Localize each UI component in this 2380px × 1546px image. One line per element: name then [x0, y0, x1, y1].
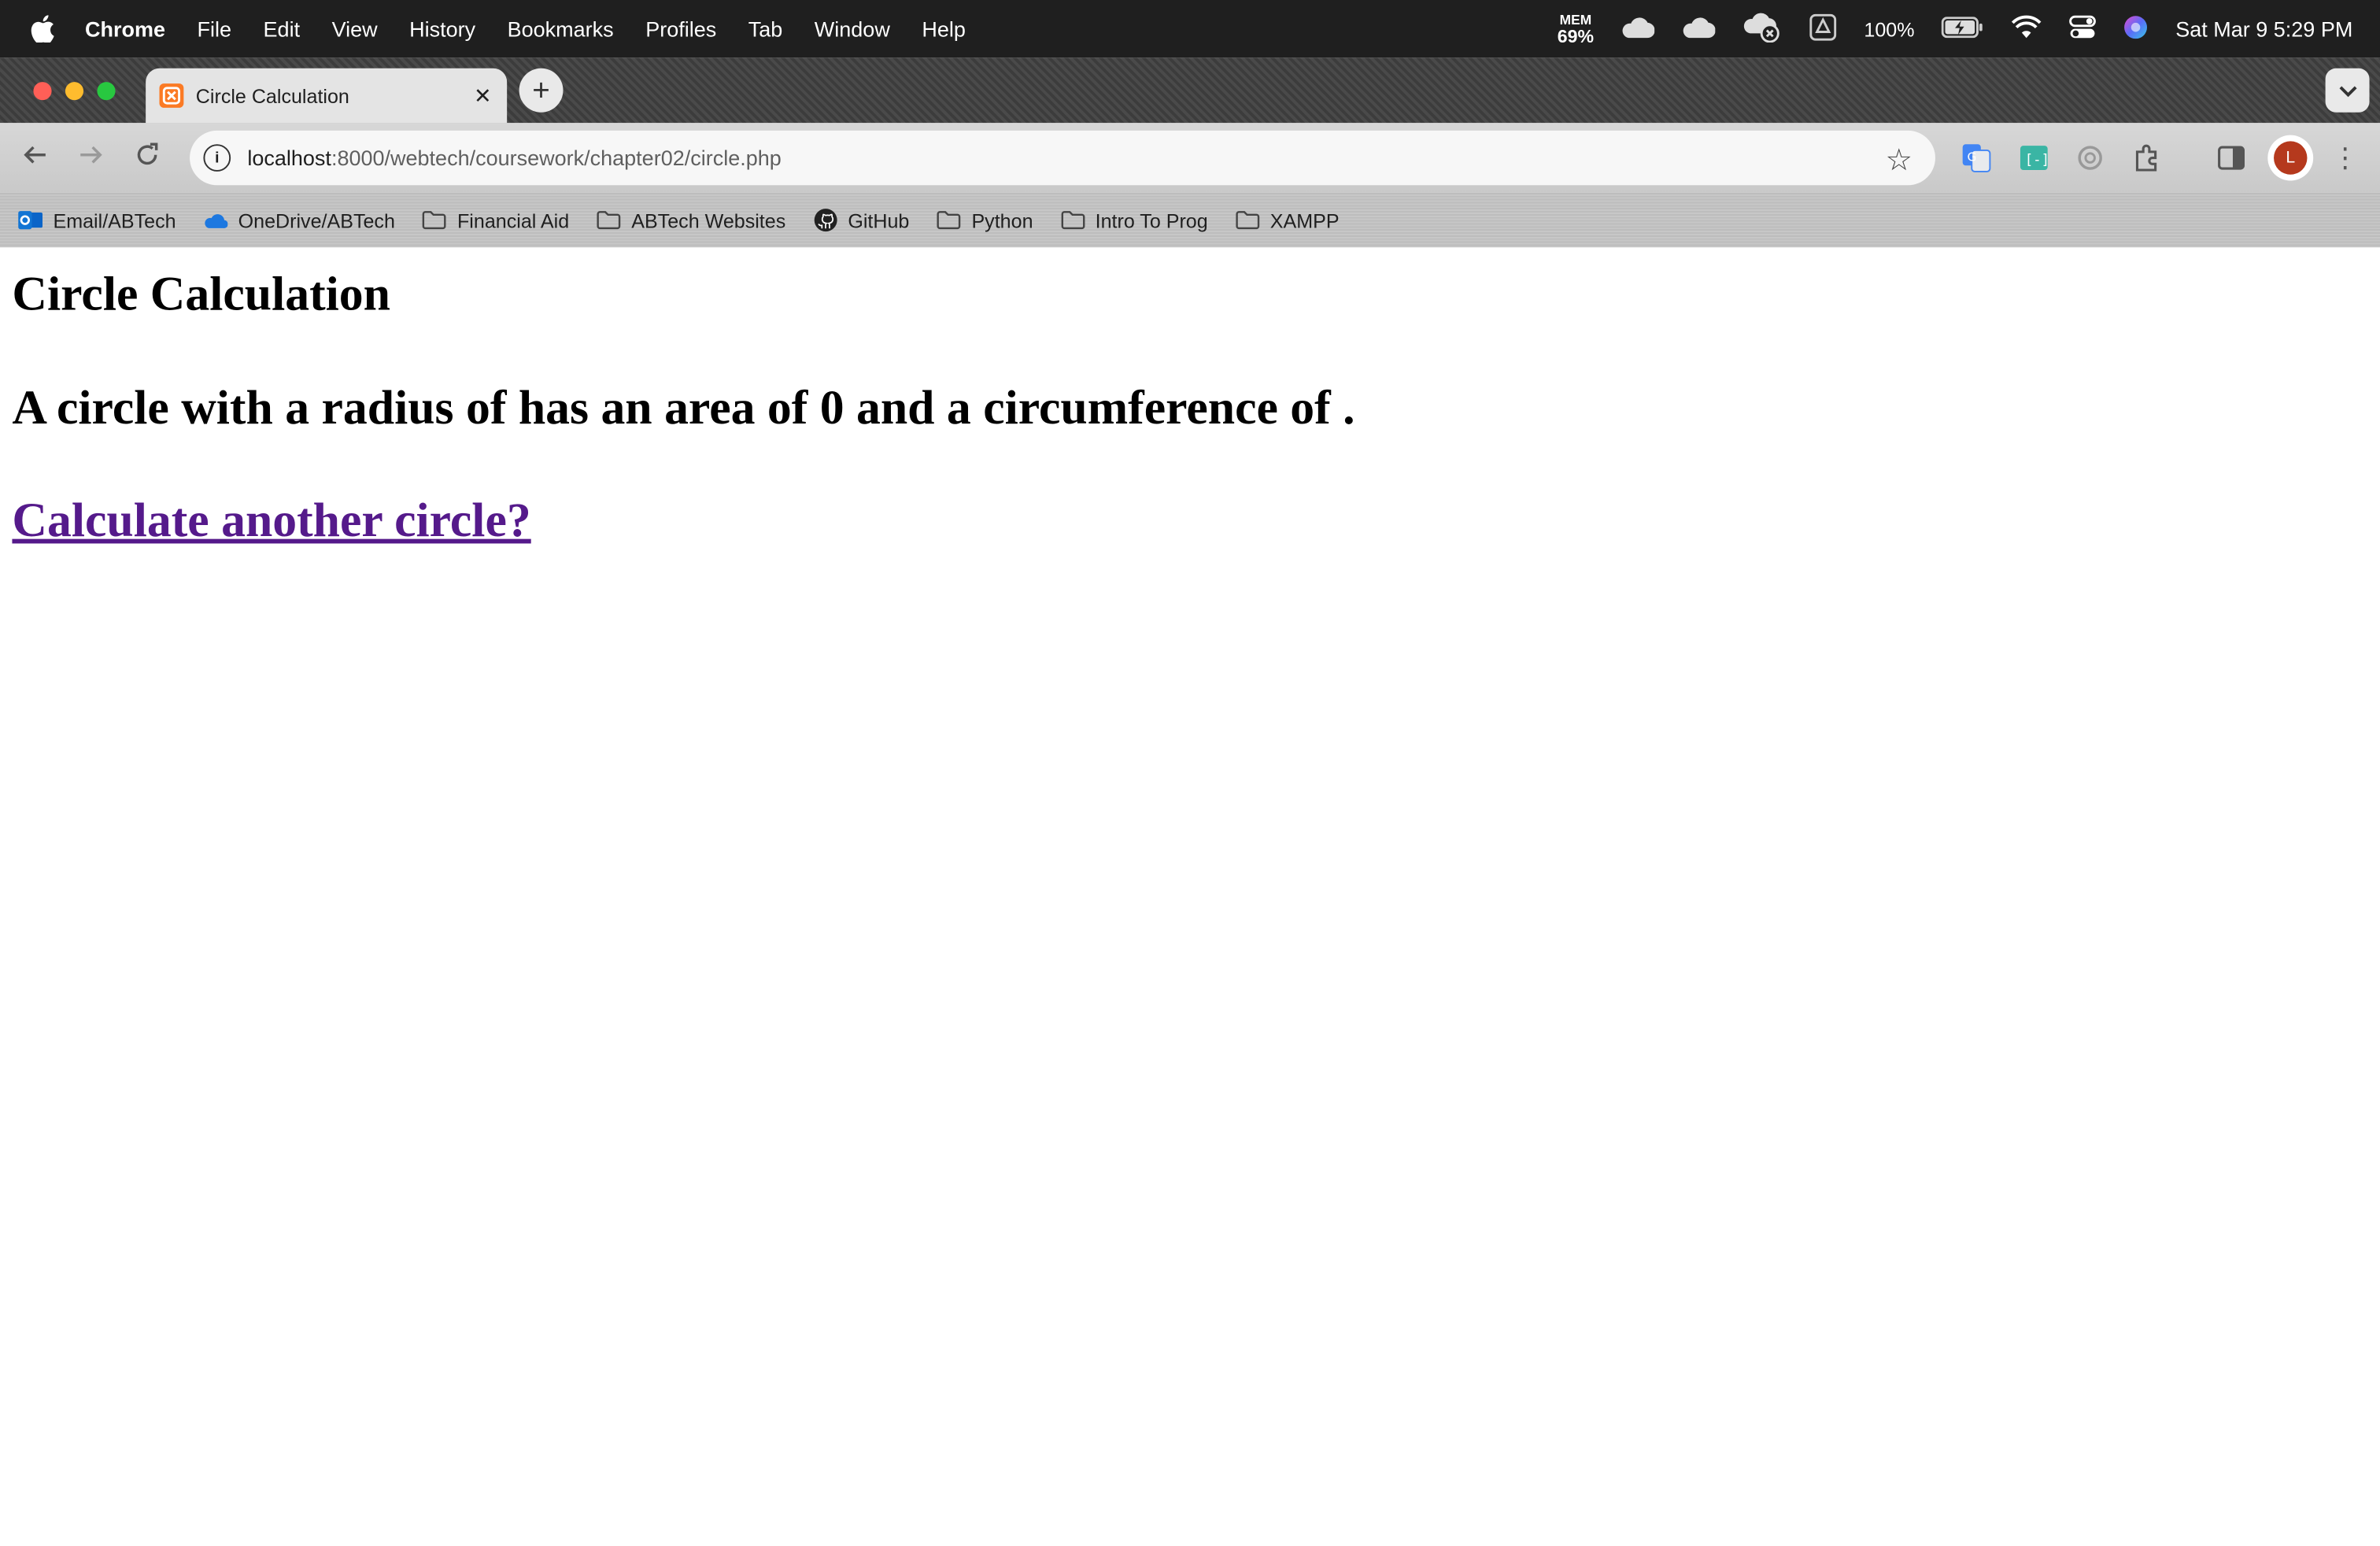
side-panel-icon[interactable]: [2213, 139, 2249, 176]
battery-percent: 100%: [1864, 17, 1915, 41]
screen: Chrome File Edit View History Bookmarks …: [0, 0, 2380, 1546]
folder-icon: [937, 208, 961, 232]
new-tab-button[interactable]: +: [519, 68, 564, 113]
menu-view[interactable]: View: [332, 17, 378, 41]
back-button[interactable]: [13, 137, 56, 179]
page-title: Circle Calculation: [12, 265, 390, 320]
memory-label: MEM: [1559, 11, 1592, 27]
bookmark-label: Financial Aid: [456, 209, 570, 232]
bookmark-label: Python: [971, 209, 1033, 232]
folder-icon: [1235, 208, 1259, 232]
menu-profiles[interactable]: Profiles: [645, 17, 716, 41]
memory-indicator[interactable]: MEM 69%: [1557, 11, 1595, 46]
cloud-icon[interactable]: [1682, 16, 1716, 42]
tab-strip: Circle Calculation ✕ +: [0, 57, 2380, 124]
folder-icon: [1060, 208, 1085, 232]
siri-icon[interactable]: [2124, 14, 2149, 43]
forward-button[interactable]: [70, 137, 113, 179]
bookmark-label: Email/ABTech: [53, 209, 176, 232]
bookmark-folder-python[interactable]: Python: [937, 208, 1033, 232]
result-text: A circle with a radius of has an area of…: [12, 379, 1355, 435]
bookmark-folder-financial-aid[interactable]: Financial Aid: [423, 208, 570, 232]
menu-history[interactable]: History: [409, 17, 475, 41]
apple-menu-icon[interactable]: [31, 15, 55, 43]
extensions-puzzle-icon[interactable]: [2130, 139, 2166, 176]
cloud-error-icon[interactable]: [1743, 11, 1782, 46]
bookmarks-bar: Email/ABTech OneDrive/ABTech Financial A…: [0, 192, 2380, 248]
menu-window[interactable]: Window: [815, 17, 890, 41]
url-path: :8000/webtech/coursework/chapter02/circl…: [331, 146, 782, 171]
close-window-button[interactable]: [33, 82, 52, 101]
cloud-icon[interactable]: [1621, 16, 1655, 42]
memory-value: 69%: [1557, 24, 1595, 46]
bookmark-label: OneDrive/ABTech: [238, 209, 395, 232]
svg-text:G: G: [1967, 150, 1976, 164]
code-extension-icon[interactable]: [-]: [2016, 139, 2052, 176]
fullscreen-window-button[interactable]: [97, 82, 116, 101]
page-content: Circle Calculation A circle with a radiu…: [0, 247, 2380, 1546]
menu-file[interactable]: File: [198, 17, 232, 41]
battery-charging-icon[interactable]: [1942, 16, 1984, 42]
plus-icon: +: [532, 73, 550, 107]
google-translate-extension-icon[interactable]: G: [1958, 139, 1994, 176]
macos-menu-bar: Chrome File Edit View History Bookmarks …: [0, 0, 2380, 58]
reload-button[interactable]: [126, 137, 168, 179]
menu-bookmarks[interactable]: Bookmarks: [508, 17, 614, 41]
arrow-right-icon: [79, 142, 103, 174]
site-info-icon[interactable]: i: [203, 144, 231, 172]
menu-help[interactable]: Help: [922, 17, 966, 41]
bookmark-star-icon[interactable]: ☆: [1885, 141, 1913, 179]
calculate-another-link[interactable]: Calculate another circle?: [12, 492, 530, 548]
tab-search-button[interactable]: [2325, 68, 2370, 113]
arrow-left-icon: [23, 142, 47, 174]
bookmark-folder-xampp[interactable]: XAMPP: [1235, 208, 1340, 232]
bookmark-label: Intro To Prog: [1095, 209, 1208, 232]
menu-app-name[interactable]: Chrome: [85, 17, 165, 41]
bookmark-label: GitHub: [848, 209, 910, 232]
bookmark-folder-intro-to-prog[interactable]: Intro To Prog: [1060, 208, 1208, 232]
window-controls: [33, 82, 116, 101]
bookmark-email-abtech[interactable]: Email/ABTech: [18, 208, 176, 232]
wifi-icon[interactable]: [2012, 14, 2042, 43]
bookmark-onedrive-abtech[interactable]: OneDrive/ABTech: [203, 208, 395, 232]
bookmark-folder-abtech-websites[interactable]: ABTech Websites: [597, 208, 785, 232]
tab-circle-calculation[interactable]: Circle Calculation ✕: [146, 68, 508, 124]
minimize-window-button[interactable]: [65, 82, 84, 101]
tab-close-icon[interactable]: ✕: [471, 83, 495, 109]
chevron-down-icon: [2338, 80, 2356, 101]
outlook-icon: [18, 208, 43, 232]
folder-icon: [423, 208, 447, 232]
address-bar[interactable]: i localhost:8000/webtech/coursework/chap…: [190, 130, 1935, 186]
google-drive-icon[interactable]: [1809, 13, 1837, 45]
bookmark-github[interactable]: GitHub: [813, 208, 909, 232]
tab-title: Circle Calculation: [195, 84, 349, 107]
control-center-icon[interactable]: [2069, 14, 2097, 43]
profile-avatar[interactable]: L: [2267, 135, 2314, 181]
clock[interactable]: Sat Mar 9 5:29 PM: [2175, 17, 2352, 41]
bookmark-label: ABTech Websites: [631, 209, 786, 232]
more-menu-icon[interactable]: ⋮: [2331, 139, 2359, 176]
github-icon: [813, 208, 837, 232]
bookmark-label: XAMPP: [1269, 209, 1340, 232]
menu-tab[interactable]: Tab: [748, 17, 783, 41]
browser-toolbar: i localhost:8000/webtech/coursework/chap…: [0, 123, 2380, 193]
svg-text:[-]: [-]: [2025, 152, 2049, 168]
refresh-extension-icon[interactable]: [2072, 139, 2108, 176]
folder-icon: [597, 208, 621, 232]
avatar-initial: L: [2274, 141, 2308, 175]
url-host: localhost: [247, 146, 331, 171]
xampp-favicon-icon: [159, 83, 184, 108]
reload-icon: [135, 142, 160, 174]
onedrive-icon: [203, 208, 228, 232]
menu-bar-status-area: MEM 69% 100% Sat Mar 9 5:29 PM: [1558, 0, 2353, 57]
menu-edit[interactable]: Edit: [264, 17, 301, 41]
